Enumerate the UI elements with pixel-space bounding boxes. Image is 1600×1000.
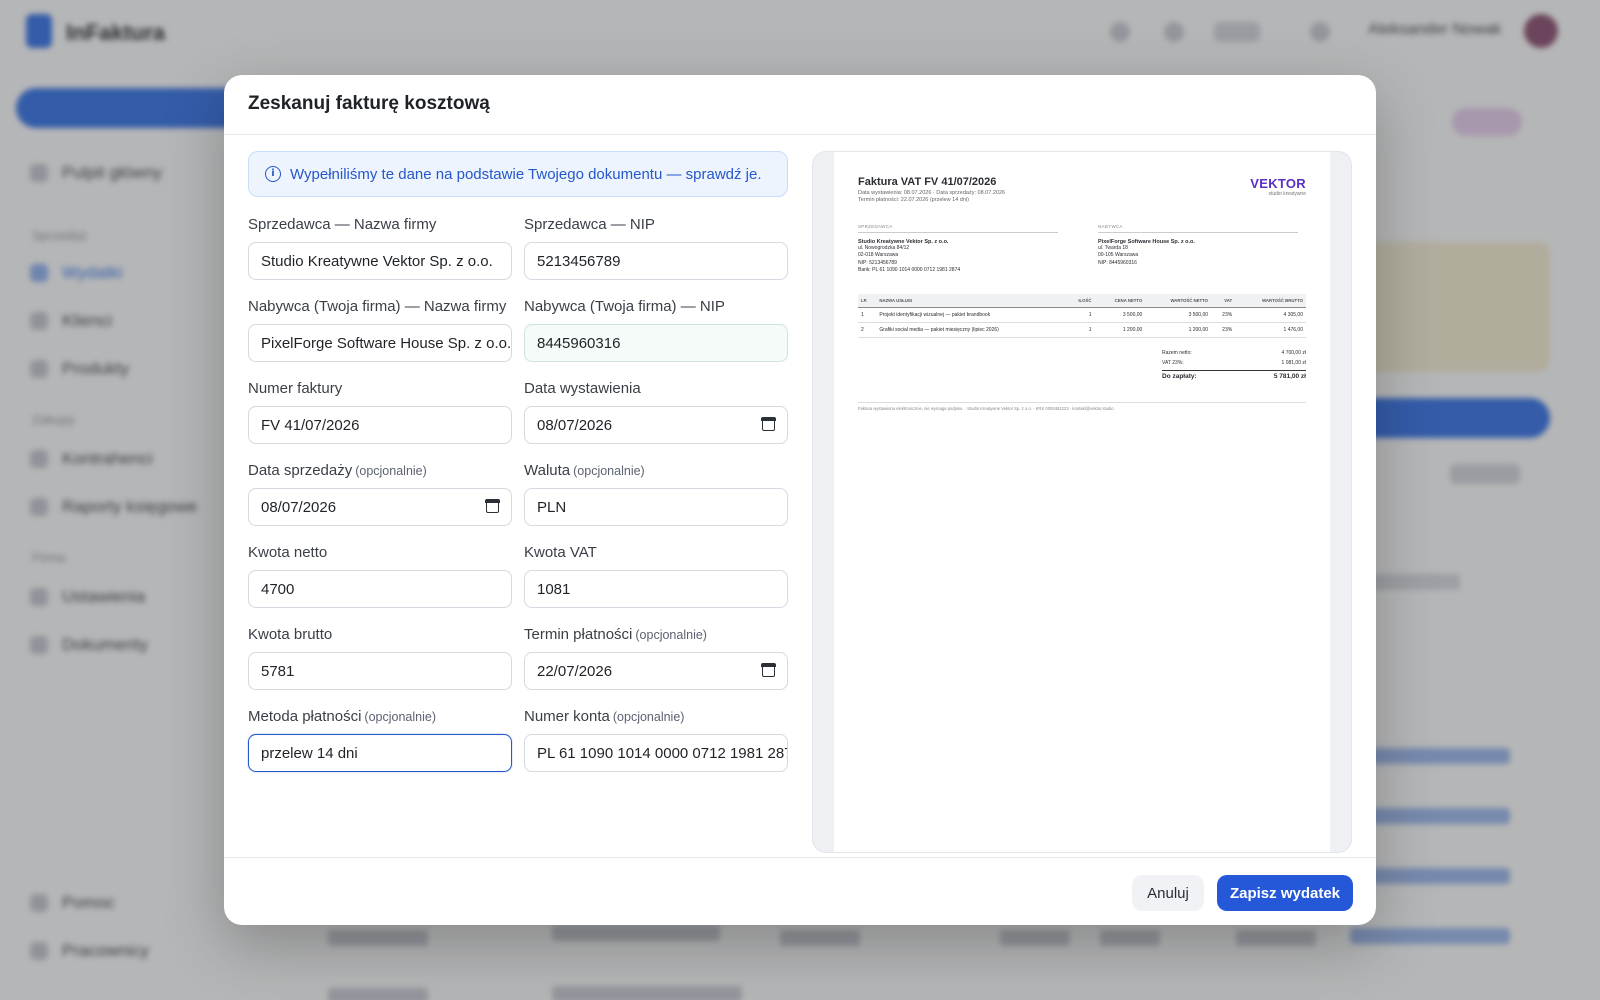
buyer-name-input[interactable]: PixelForge Software House Sp. z o.o.: [248, 324, 512, 362]
optional-hint: (opcjonalnie): [573, 464, 645, 478]
invoice-number-field: Numer faktury FV 41/07/2026: [248, 379, 512, 461]
dialog-header: Zeskanuj fakturę kosztową: [224, 75, 1376, 135]
save-expense-button[interactable]: Zapisz wydatek: [1217, 875, 1353, 911]
field-label: Metoda płatności (opcjonalnie): [248, 708, 436, 725]
doc-totals: Razem netto: 4 700,00 zł VAT 23%: 1 081,00…: [1162, 348, 1306, 382]
payment-due-field: Termin płatności (opcjonalnie) 22/07/2026: [524, 625, 788, 707]
calendar-icon[interactable]: [761, 417, 776, 431]
field-label: Data sprzedaży (opcjonalnie): [248, 462, 427, 479]
issue-date-field: Data wystawienia 08/07/2026: [524, 379, 788, 461]
gross-amount-field: Kwota brutto 5781: [248, 625, 512, 707]
sale-date-field: Data sprzedaży (opcjonalnie) 08/07/2026: [248, 461, 512, 543]
invoice-document: Faktura VAT FV 41/07/2026 Data wystawien…: [834, 152, 1330, 852]
gross-amount-input[interactable]: 5781: [248, 652, 512, 690]
doc-vat-total: VAT 23%: 1 081,00 zł: [1162, 360, 1306, 366]
seller-name-input[interactable]: Studio Kreatywne Vektor Sp. z o.o.: [248, 242, 512, 280]
optional-hint: (opcjonalnie): [635, 628, 707, 642]
field-label: Nabywca (Twoja firma) — NIP: [524, 298, 725, 315]
optional-hint: (opcjonalnie): [355, 464, 427, 478]
vendor-logo: VEKTOR studio kreatywne: [1250, 176, 1306, 197]
doc-net-total: Razem netto: 4 700,00 zł: [1162, 350, 1306, 356]
doc-table-header: LP. NAZWA USŁUGI ILOŚĆ CENA NETTO WARTOŚ…: [858, 294, 1306, 308]
optional-hint: (opcjonalnie): [612, 710, 685, 724]
calendar-icon[interactable]: [485, 499, 500, 513]
doc-amount-due: Do zapłaty: 5 781,00 zł: [1162, 370, 1306, 382]
doc-seller: SPRZEDAWCA Studio Kreatywne Vektor Sp. z…: [858, 224, 1058, 275]
field-label: Sprzedawca — NIP: [524, 216, 655, 233]
calendar-icon[interactable]: [761, 663, 776, 677]
account-number-field: Numer konta (opcjonalnie) PL 61 1090 1014…: [524, 707, 788, 789]
field-label: Kwota brutto: [248, 626, 333, 643]
net-amount-input[interactable]: 4700: [248, 570, 512, 608]
seller-nip-field: Sprzedawca — NIP 5213456789: [524, 215, 788, 297]
dialog-body: i Wypełniliśmy te dane na podstawie Twoj…: [224, 135, 1376, 857]
invoice-number-input[interactable]: FV 41/07/2026: [248, 406, 512, 444]
seller-name-field: Sprzedawca — Nazwa firmy Studio Kreatywn…: [248, 215, 512, 297]
scan-invoice-dialog: Zeskanuj fakturę kosztową i Wypełniliśmy…: [224, 75, 1376, 925]
payment-due-input[interactable]: 22/07/2026: [524, 652, 788, 690]
field-label: Numer konta (opcjonalnie): [524, 708, 685, 725]
field-label: Termin płatności (opcjonalnie): [524, 626, 707, 643]
account-number-input[interactable]: PL 61 1090 1014 0000 0712 1981 2874: [524, 734, 788, 772]
doc-footer: Faktura wystawiona elektronicznie, nie w…: [858, 402, 1306, 411]
field-label: Sprzedawca — Nazwa firmy: [248, 216, 437, 233]
net-amount-field: Kwota netto 4700: [248, 543, 512, 625]
field-label: Kwota VAT: [524, 544, 597, 561]
table-row: 1 Projekt identyfikacji wizualnej — paki…: [858, 307, 1306, 323]
doc-meta: Data wystawienia: 08.07.2026 · Data sprz…: [858, 190, 1006, 203]
vat-amount-field: Kwota VAT 1081: [524, 543, 788, 625]
dialog-footer: Anuluj Zapisz wydatek: [224, 857, 1376, 925]
doc-title: Faktura VAT FV 41/07/2026: [858, 176, 997, 188]
payment-method-input[interactable]: przelew 14 dni: [248, 734, 512, 772]
buyer-nip-input[interactable]: 8445960316: [524, 324, 788, 362]
sale-date-input[interactable]: 08/07/2026: [248, 488, 512, 526]
field-label: Kwota netto: [248, 544, 328, 561]
doc-buyer: NABYWCA PixelForge Software House Sp. z …: [1098, 224, 1298, 267]
currency-input[interactable]: PLN: [524, 488, 788, 526]
payment-method-field: Metoda płatności (opcjonalnie) przelew 14…: [248, 707, 512, 789]
buyer-nip-field: Nabywca (Twoja firma) — NIP 8445960316: [524, 297, 788, 379]
info-icon: i: [265, 166, 281, 182]
field-label: Data wystawienia: [524, 380, 641, 397]
field-label: Waluta (opcjonalnie): [524, 462, 645, 479]
table-row: 2 Grafiki social media — pakiet miesięcz…: [858, 322, 1306, 338]
seller-nip-input[interactable]: 5213456789: [524, 242, 788, 280]
issue-date-input[interactable]: 08/07/2026: [524, 406, 788, 444]
buyer-name-field: Nabywca (Twoja firma) — Nazwa firmy Pixe…: [248, 297, 512, 379]
invoice-form: i Wypełniliśmy te dane na podstawie Twoj…: [248, 151, 788, 789]
autofill-notice: i Wypełniliśmy te dane na podstawie Twoj…: [248, 151, 788, 197]
optional-hint: (opcjonalnie): [364, 710, 436, 724]
field-label: Numer faktury: [248, 380, 343, 397]
dialog-title: Zeskanuj fakturę kosztową: [248, 93, 490, 114]
doc-items-table: LP. NAZWA USŁUGI ILOŚĆ CENA NETTO WARTOŚ…: [858, 294, 1306, 338]
document-preview[interactable]: Faktura VAT FV 41/07/2026 Data wystawien…: [812, 151, 1352, 853]
cancel-button[interactable]: Anuluj: [1132, 875, 1204, 911]
autofill-notice-text: Wypełniliśmy te dane na podstawie Twojeg…: [290, 165, 762, 183]
field-label: Nabywca (Twoja firma) — Nazwa firmy: [248, 298, 507, 315]
currency-field: Waluta (opcjonalnie) PLN: [524, 461, 788, 543]
vat-amount-input[interactable]: 1081: [524, 570, 788, 608]
